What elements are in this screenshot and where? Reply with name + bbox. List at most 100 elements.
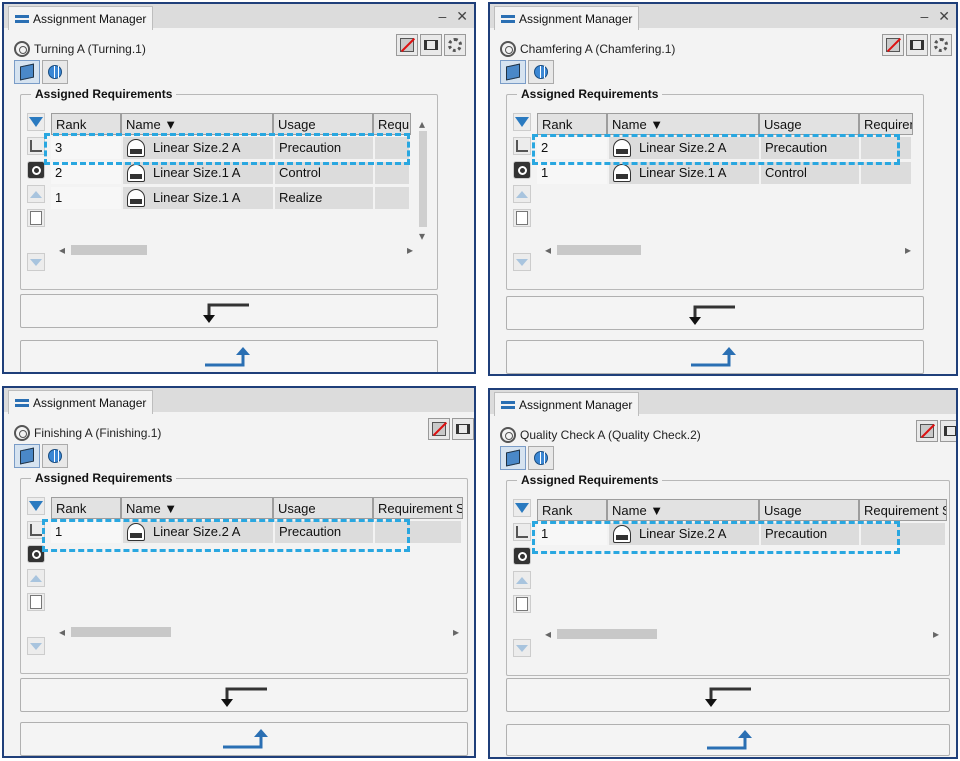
group-title: Assigned Requirements [517,87,663,101]
close-icon[interactable]: ✕ [938,8,950,25]
no-entry-button[interactable] [396,34,418,56]
pass-button[interactable] [20,678,468,712]
filter-button[interactable] [27,113,45,131]
rank-header[interactable]: Rank [537,113,607,135]
document-button[interactable] [27,593,45,611]
get-button[interactable] [20,722,468,756]
swap-icon [15,398,29,408]
move-down-button[interactable] [27,253,45,271]
close-icon[interactable]: ✕ [456,8,468,25]
pass-button[interactable] [506,678,950,712]
document-button[interactable] [27,209,45,227]
scroll-left-icon[interactable]: ◂ [59,625,65,639]
rank-header[interactable]: Rank [51,113,121,135]
name-header[interactable]: Name ▼ [607,499,759,521]
pass-button[interactable] [506,296,924,330]
assignment-manager-tab[interactable]: Assignment Manager [8,390,154,414]
move-up-button[interactable] [513,571,531,589]
rank-header[interactable]: Rank [537,499,607,521]
columns-button[interactable] [940,420,956,442]
scroll-left-icon[interactable]: ◂ [59,243,65,257]
scroll-down-icon[interactable]: ▾ [419,229,425,243]
tab-product[interactable] [500,446,526,470]
tree-button[interactable] [513,137,531,155]
horizontal-scrollbar[interactable] [71,627,171,637]
columns-button[interactable] [452,418,474,440]
tree-button[interactable] [513,523,531,541]
tree-icon [30,524,42,536]
no-entry-button[interactable] [882,34,904,56]
name-header-label: Name [126,501,161,516]
move-up-button[interactable] [27,569,45,587]
rank-header[interactable]: Rank [51,497,121,519]
get-button[interactable] [506,340,924,374]
tab-global[interactable] [528,60,554,84]
globe-icon [534,65,548,79]
minimize-icon[interactable]: – [920,8,928,25]
horizontal-scrollbar[interactable] [557,629,657,639]
filter-button[interactable] [27,497,45,515]
move-up-button[interactable] [513,185,531,203]
horizontal-scrollbar[interactable] [557,245,641,255]
horizontal-scrollbar[interactable] [71,245,147,255]
scroll-right-icon[interactable]: ▸ [407,243,413,257]
requirement-header[interactable]: Requirement S [859,499,947,521]
usage-header[interactable]: Usage [759,499,859,521]
requirement-icon [613,163,631,182]
no-entry-button[interactable] [428,418,450,440]
get-button[interactable] [506,724,950,756]
assignment-manager-tab[interactable]: Assignment Manager [494,6,640,30]
scroll-right-icon[interactable]: ▸ [453,625,459,639]
scroll-right-icon[interactable]: ▸ [933,627,939,641]
swap-icon [501,14,515,24]
scroll-left-icon[interactable]: ◂ [545,243,551,257]
search-button[interactable] [513,547,531,565]
tab-product[interactable] [500,60,526,84]
name-header[interactable]: Name ▼ [121,497,273,519]
document-button[interactable] [513,209,531,227]
document-button[interactable] [513,595,531,613]
pass-button[interactable] [20,294,438,328]
assignment-manager-tab[interactable]: Assignment Manager [494,392,640,416]
tree-button[interactable] [27,137,45,155]
table-row[interactable]: 1 Linear Size.1 A Realize [51,185,411,210]
search-button[interactable] [513,161,531,179]
filter-button[interactable] [513,499,531,517]
columns-button[interactable] [906,34,928,56]
requirement-header[interactable]: Requiren [859,113,913,135]
name-header[interactable]: Name ▼ [121,113,273,135]
minimize-icon[interactable]: – [438,8,446,25]
tab-global[interactable] [42,60,68,84]
search-button[interactable] [27,161,45,179]
scroll-left-icon[interactable]: ◂ [545,627,551,641]
tree-icon [30,140,42,152]
move-down-button[interactable] [27,637,45,655]
pass-arrow-icon [705,687,751,707]
get-button[interactable] [20,340,438,372]
vertical-scrollbar[interactable] [419,131,427,227]
assignment-manager-tab[interactable]: Assignment Manager [8,6,154,30]
requirement-header[interactable]: Requ [373,113,411,135]
usage-header[interactable]: Usage [273,497,373,519]
tab-global[interactable] [528,446,554,470]
search-icon [31,549,41,559]
swap-icon [501,400,515,410]
tab-global[interactable] [42,444,68,468]
filter-button[interactable] [513,113,531,131]
tab-product[interactable] [14,444,40,468]
settings-button[interactable] [930,34,952,56]
name-header[interactable]: Name ▼ [607,113,759,135]
settings-button[interactable] [444,34,466,56]
usage-header[interactable]: Usage [759,113,859,135]
move-down-button[interactable] [513,639,531,657]
scroll-up-icon[interactable]: ▴ [419,117,425,131]
no-entry-button[interactable] [916,420,938,442]
columns-button[interactable] [420,34,442,56]
operation-label: Quality Check A (Quality Check.2) [520,428,701,442]
scroll-right-icon[interactable]: ▸ [905,243,911,257]
requirement-header[interactable]: Requirement S [373,497,463,519]
usage-header[interactable]: Usage [273,113,373,135]
move-up-button[interactable] [27,185,45,203]
move-down-button[interactable] [513,253,531,271]
tab-product[interactable] [14,60,40,84]
